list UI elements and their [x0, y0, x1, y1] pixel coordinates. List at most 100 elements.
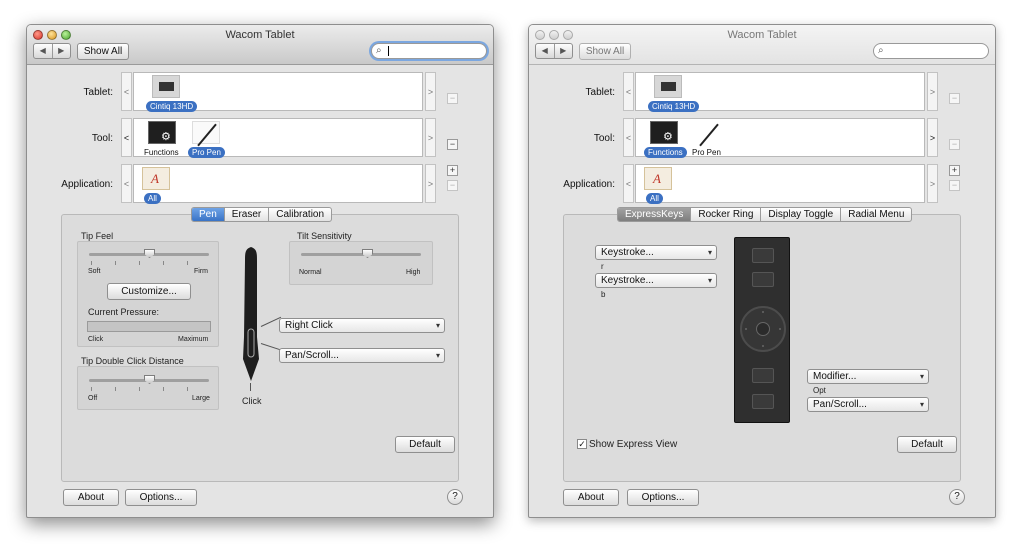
- help-button[interactable]: ?: [447, 489, 463, 505]
- about-button[interactable]: About: [63, 489, 119, 506]
- back-arrow-icon[interactable]: ◀: [34, 44, 53, 58]
- tool-item-functions[interactable]: Functions: [142, 121, 182, 157]
- help-button[interactable]: ?: [949, 489, 965, 505]
- show-express-view-label: Show Express View: [589, 439, 678, 450]
- all-label: All: [144, 193, 161, 204]
- application-scroll-left-icon[interactable]: <: [121, 164, 132, 203]
- applications-icon: [644, 167, 672, 190]
- rocker-ring-graphic[interactable]: [740, 306, 786, 352]
- expresskey-4-select[interactable]: Pan/Scroll...: [807, 397, 929, 412]
- tilt-slider-track[interactable]: [301, 253, 421, 256]
- remove-tablet-button[interactable]: −: [949, 93, 960, 104]
- tablet-scroll-left-icon[interactable]: <: [623, 72, 634, 111]
- soft-label: Soft: [88, 268, 101, 275]
- remove-tool-button[interactable]: −: [447, 139, 458, 150]
- tablet-scroll-right-icon[interactable]: >: [425, 72, 436, 111]
- maximum-label: Maximum: [178, 336, 209, 343]
- add-application-button[interactable]: +: [949, 165, 960, 176]
- remove-application-button[interactable]: −: [949, 180, 960, 191]
- tablet-scroll-right-icon[interactable]: >: [927, 72, 938, 111]
- search-icon: ⌕: [878, 45, 884, 56]
- customize-button[interactable]: Customize...: [107, 283, 191, 300]
- expresskey-2-graphic[interactable]: [752, 272, 774, 287]
- tablet-icon: [654, 75, 682, 98]
- expresskey-2-value: b: [601, 290, 606, 299]
- pen-tab-bar: Pen Eraser Calibration: [191, 207, 333, 222]
- show-all-button[interactable]: Show All: [579, 43, 631, 60]
- pressure-meter: [87, 321, 211, 332]
- functions-tab-bar: ExpressKeys Rocker Ring Display Toggle R…: [617, 207, 913, 222]
- functions-label: Functions: [644, 147, 687, 158]
- tablet-row-label: Tablet:: [585, 87, 615, 98]
- expresskey-3-value: Opt: [813, 386, 826, 395]
- forward-arrow-icon[interactable]: ▶: [53, 44, 71, 58]
- search-input[interactable]: ⌕: [873, 43, 989, 59]
- title-bar: Wacom Tablet ◀ ▶ Show All ⌕: [27, 25, 493, 65]
- tablet-item-cintiq[interactable]: Cintiq 13HD: [648, 75, 700, 112]
- firm-label: Firm: [194, 268, 208, 275]
- forward-arrow-icon[interactable]: ▶: [555, 44, 573, 58]
- application-list: All: [133, 164, 423, 204]
- expresskey-2-select[interactable]: Keystroke...: [595, 273, 717, 288]
- tab-eraser[interactable]: Eraser: [225, 208, 270, 221]
- search-input[interactable]: ⌕: [371, 43, 487, 59]
- application-scroll-right-icon[interactable]: >: [425, 164, 436, 203]
- add-application-button[interactable]: +: [447, 165, 458, 176]
- remove-tool-button[interactable]: −: [949, 139, 960, 150]
- tool-list: Functions Pro Pen: [635, 118, 925, 158]
- tool-scroll-right-icon[interactable]: >: [927, 118, 938, 157]
- search-icon: ⌕: [376, 45, 382, 56]
- options-button[interactable]: Options...: [125, 489, 197, 506]
- tool-item-functions[interactable]: Functions: [644, 121, 687, 158]
- tilt-sensitivity-label: Tilt Sensitivity: [297, 231, 352, 241]
- upper-button-select[interactable]: Right Click: [279, 318, 445, 333]
- wacom-window-active: Wacom Tablet ◀ ▶ Show All ⌕ Tablet: < Ci…: [26, 24, 494, 518]
- double-click-ticks: [91, 387, 211, 391]
- tab-radial-menu[interactable]: Radial Menu: [841, 208, 911, 221]
- show-all-button[interactable]: Show All: [77, 43, 129, 60]
- tool-item-pro-pen[interactable]: Pro Pen: [188, 121, 228, 158]
- expresskey-1-select[interactable]: Keystroke...: [595, 245, 717, 260]
- pen-icon: [192, 121, 220, 144]
- window-title: Wacom Tablet: [225, 29, 295, 41]
- options-button[interactable]: Options...: [627, 489, 699, 506]
- tool-scroll-left-icon[interactable]: <: [121, 118, 132, 157]
- ring-dot-bottom: [762, 345, 764, 347]
- lower-button-select[interactable]: Pan/Scroll...: [279, 348, 445, 363]
- show-express-view-checkbox[interactable]: ✓: [577, 439, 587, 449]
- tab-display-toggle[interactable]: Display Toggle: [761, 208, 842, 221]
- functions-label: Functions: [144, 148, 179, 157]
- back-forward-buttons: ◀ ▶: [535, 43, 573, 59]
- tip-feel-ticks: [91, 261, 211, 265]
- about-button[interactable]: About: [563, 489, 619, 506]
- default-button[interactable]: Default: [897, 436, 957, 453]
- expresskey-1-graphic[interactable]: [752, 248, 774, 263]
- tool-scroll-left-icon[interactable]: <: [623, 118, 634, 157]
- tablet-name: Cintiq 13HD: [146, 101, 198, 112]
- tab-calibration[interactable]: Calibration: [269, 208, 331, 221]
- rocker-ring-center[interactable]: [756, 322, 770, 336]
- remove-application-button[interactable]: −: [447, 180, 458, 191]
- tablet-scroll-left-icon[interactable]: <: [121, 72, 132, 111]
- tablet-item-cintiq[interactable]: Cintiq 13HD: [146, 75, 198, 112]
- tool-item-pro-pen[interactable]: Pro Pen: [690, 121, 730, 157]
- expresskeys-illustration: [734, 237, 790, 423]
- remove-tablet-button[interactable]: −: [447, 93, 458, 104]
- application-item-all[interactable]: All: [644, 167, 674, 204]
- expresskey-4-graphic[interactable]: [752, 394, 774, 409]
- expresskey-3-select[interactable]: Modifier...: [807, 369, 929, 384]
- functions-icon: [148, 121, 176, 144]
- high-label: High: [406, 269, 421, 276]
- window-title: Wacom Tablet: [727, 29, 797, 41]
- application-scroll-right-icon[interactable]: >: [927, 164, 938, 203]
- default-button[interactable]: Default: [395, 436, 455, 453]
- tool-scroll-right-icon[interactable]: >: [425, 118, 436, 157]
- expresskey-3-graphic[interactable]: [752, 368, 774, 383]
- application-scroll-left-icon[interactable]: <: [623, 164, 634, 203]
- tab-pen[interactable]: Pen: [192, 208, 225, 221]
- application-item-all[interactable]: All: [142, 167, 172, 204]
- tab-expresskeys[interactable]: ExpressKeys: [618, 208, 692, 221]
- tool-list: Functions Pro Pen: [133, 118, 423, 158]
- tab-rocker-ring[interactable]: Rocker Ring: [691, 208, 762, 221]
- back-arrow-icon[interactable]: ◀: [536, 44, 555, 58]
